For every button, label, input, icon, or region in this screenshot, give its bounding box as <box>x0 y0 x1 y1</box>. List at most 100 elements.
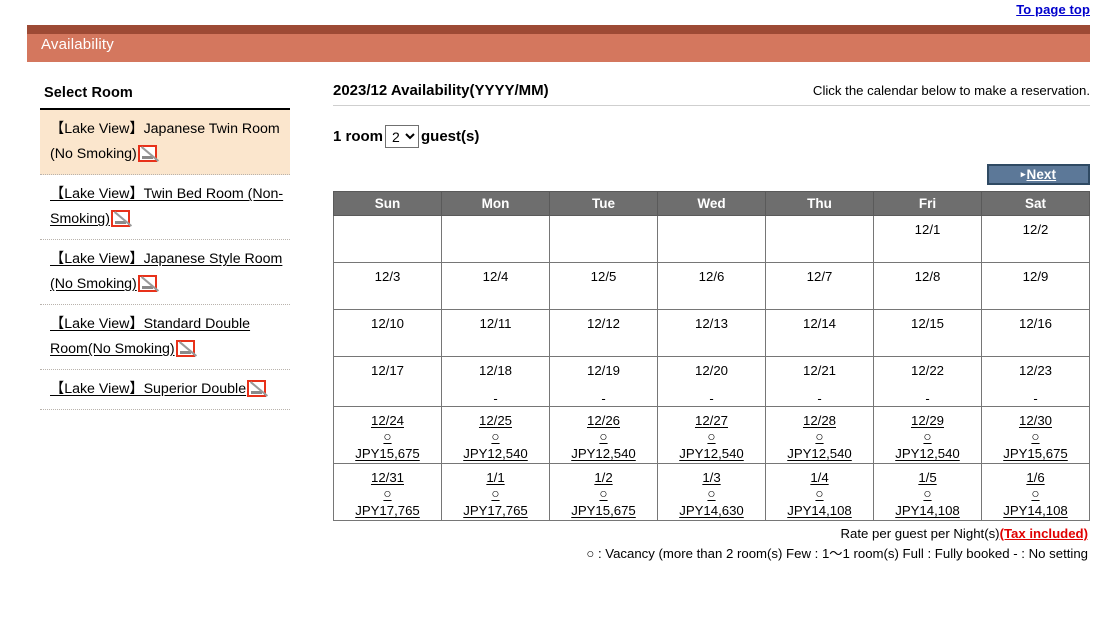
no-smoking-icon <box>137 275 157 292</box>
calendar-body: 12/1 12/2 12/3 12/4 12/5 12/6 12/7 12/8 12/9 12/1… <box>333 215 1090 521</box>
calendar-day-cell-bookable[interactable]: 1/4 ○ JPY14,108 <box>765 463 874 521</box>
calendar-day-cell: 12/12 <box>549 309 658 357</box>
no-setting-mark: - <box>601 391 606 406</box>
calendar-day-cell-bookable[interactable]: 1/6 ○ JPY14,108 <box>981 463 1090 521</box>
calendar-day-cell <box>333 215 442 263</box>
calendar-day-cell: 12/22 - <box>873 356 982 407</box>
calendar-date-label: 12/5 <box>590 269 617 284</box>
calendar-date-label: 12/23 <box>1018 363 1052 378</box>
calendar-day-cell: 12/2 <box>981 215 1090 263</box>
no-setting-mark: - <box>817 391 822 406</box>
room-list-item[interactable]: 【Lake View】Standard Double Room(No Smoki… <box>40 305 290 370</box>
calendar-date-label: 12/8 <box>914 269 941 284</box>
calendar-date-label: 12/14 <box>802 316 836 331</box>
calendar-date-label: 1/5 <box>918 470 937 485</box>
next-month-button[interactable]: ▸ Next <box>987 164 1090 185</box>
sidebar-title: Select Room <box>44 85 133 101</box>
next-button-label: Next <box>1026 167 1057 182</box>
room-list-item[interactable]: 【Lake View】Superior Double <box>40 370 290 410</box>
vacancy-mark: ○ <box>707 429 716 444</box>
calendar-date-label: 12/26 <box>586 413 620 428</box>
room-label: 【Lake View】Superior Double <box>50 381 247 397</box>
room-price: JPY12,540 <box>571 446 636 461</box>
calendar-day-cell-bookable[interactable]: 1/5 ○ JPY14,108 <box>873 463 982 521</box>
calendar-day-cell: 12/20 - <box>657 356 766 407</box>
no-smoking-icon <box>247 380 267 397</box>
vacancy-mark: ○ <box>815 429 824 444</box>
room-price: JPY14,630 <box>679 503 744 518</box>
reservation-hint: Click the calendar below to make a reser… <box>812 83 1090 98</box>
calendar-day-cell <box>765 215 874 263</box>
to-page-top-link[interactable]: To page top <box>1016 2 1090 17</box>
tax-included-link[interactable]: (Tax included) <box>1000 526 1088 541</box>
pagination-row: ▸ Next <box>333 164 1090 185</box>
guests-label: guest(s) <box>421 128 480 145</box>
calendar-day-cell-bookable[interactable]: 12/30 ○ JPY15,675 <box>981 406 1090 464</box>
calendar-day-cell: 12/11 <box>441 309 550 357</box>
calendar-day-cell-bookable[interactable]: 12/29 ○ JPY12,540 <box>873 406 982 464</box>
calendar-day-cell: 12/15 <box>873 309 982 357</box>
calendar-header: Sun Mon Tue Wed Thu Fri Sat <box>333 191 1090 216</box>
calendar-day-cell: 12/19 - <box>549 356 658 407</box>
calendar-day-cell <box>657 215 766 263</box>
calendar-day-cell: 12/7 <box>765 262 874 310</box>
calendar-day-cell-bookable[interactable]: 12/28 ○ JPY12,540 <box>765 406 874 464</box>
vacancy-mark: ○ <box>923 429 932 444</box>
calendar-date-label: 12/30 <box>1018 413 1052 428</box>
rate-note: Rate per guest per Night(s)(Tax included… <box>333 526 1090 541</box>
calendar-day-cell-bookable[interactable]: 1/1 ○ JPY17,765 <box>441 463 550 521</box>
calendar-column-header: Sat <box>981 191 1090 216</box>
vacancy-mark: ○ <box>599 486 608 501</box>
calendar-date-label: 12/21 <box>802 363 836 378</box>
availability-page: To page top Availability Select Room 【La… <box>0 0 1105 631</box>
calendar-day-cell-bookable[interactable]: 12/25 ○ JPY12,540 <box>441 406 550 464</box>
vacancy-mark: ○ <box>491 486 500 501</box>
no-smoking-icon <box>110 210 130 227</box>
no-smoking-icon <box>175 340 195 357</box>
page-title: 2023/12 Availability(YYYY/MM) <box>333 82 549 99</box>
calendar-day-cell-bookable[interactable]: 1/3 ○ JPY14,630 <box>657 463 766 521</box>
calendar-day-cell: 12/17 <box>333 356 442 407</box>
calendar-day-cell: 12/18 - <box>441 356 550 407</box>
vacancy-mark: ○ <box>1031 429 1040 444</box>
calendar-day-cell-bookable[interactable]: 12/24 ○ JPY15,675 <box>333 406 442 464</box>
calendar-date-label: 12/15 <box>910 316 944 331</box>
room-price: JPY14,108 <box>1003 503 1068 518</box>
room-list-item[interactable]: 【Lake View】Japanese Style Room (No Smoki… <box>40 240 290 305</box>
room-price: JPY14,108 <box>895 503 960 518</box>
calendar-week-row: 12/1 12/2 <box>333 215 1090 263</box>
calendar-date-label: 12/24 <box>370 413 404 428</box>
room-label: 【Lake View】Standard Double Room(No Smoki… <box>50 316 251 357</box>
rooms-label: 1 room <box>333 128 384 145</box>
calendar-date-label: 12/13 <box>694 316 728 331</box>
calendar-day-cell-bookable[interactable]: 12/26 ○ JPY12,540 <box>549 406 658 464</box>
calendar-date-label: 12/27 <box>694 413 728 428</box>
calendar-day-cell-bookable[interactable]: 12/31 ○ JPY17,765 <box>333 463 442 521</box>
calendar-week-row: 12/31 ○ JPY17,765 1/1 ○ JPY17,765 1/2 ○ JPY15,67… <box>333 463 1090 521</box>
room-list: 【Lake View】Japanese Twin Room (No Smokin… <box>40 110 290 410</box>
top-link-bar: To page top <box>0 0 1105 22</box>
vacancy-mark: ○ <box>599 429 608 444</box>
guests-select[interactable]: 1234 <box>385 125 420 148</box>
room-price: JPY12,540 <box>895 446 960 461</box>
calendar-date-label: 1/3 <box>702 470 721 485</box>
calendar-date-label: 12/18 <box>478 363 512 378</box>
calendar-date-label: 1/2 <box>594 470 613 485</box>
calendar-date-label: 12/29 <box>910 413 944 428</box>
calendar-week-row: 12/17 12/18-12/19-12/20-12/21-12/22-12/23… <box>333 356 1090 407</box>
room-price: JPY15,675 <box>571 503 636 518</box>
occupancy-row: 1 room 1234 guest(s) <box>333 125 1090 148</box>
banner-title: Availability <box>41 36 114 53</box>
banner-accent-stripe <box>27 25 1090 34</box>
room-sidebar: Select Room 【Lake View】Japanese Twin Roo… <box>40 85 290 425</box>
calendar-day-cell-bookable[interactable]: 12/27 ○ JPY12,540 <box>657 406 766 464</box>
room-list-item[interactable]: 【Lake View】Japanese Twin Room (No Smokin… <box>40 110 290 175</box>
no-setting-mark: - <box>493 391 498 406</box>
calendar-day-cell-bookable[interactable]: 1/2 ○ JPY15,675 <box>549 463 658 521</box>
room-list-item[interactable]: 【Lake View】Twin Bed Room (Non-Smoking) <box>40 175 290 240</box>
vacancy-mark: ○ <box>491 429 500 444</box>
calendar-day-cell: 12/10 <box>333 309 442 357</box>
calendar-date-label: 12/6 <box>698 269 725 284</box>
calendar-day-cell: 12/14 <box>765 309 874 357</box>
calendar-header-row: Sun Mon Tue Wed Thu Fri Sat <box>333 191 1090 216</box>
